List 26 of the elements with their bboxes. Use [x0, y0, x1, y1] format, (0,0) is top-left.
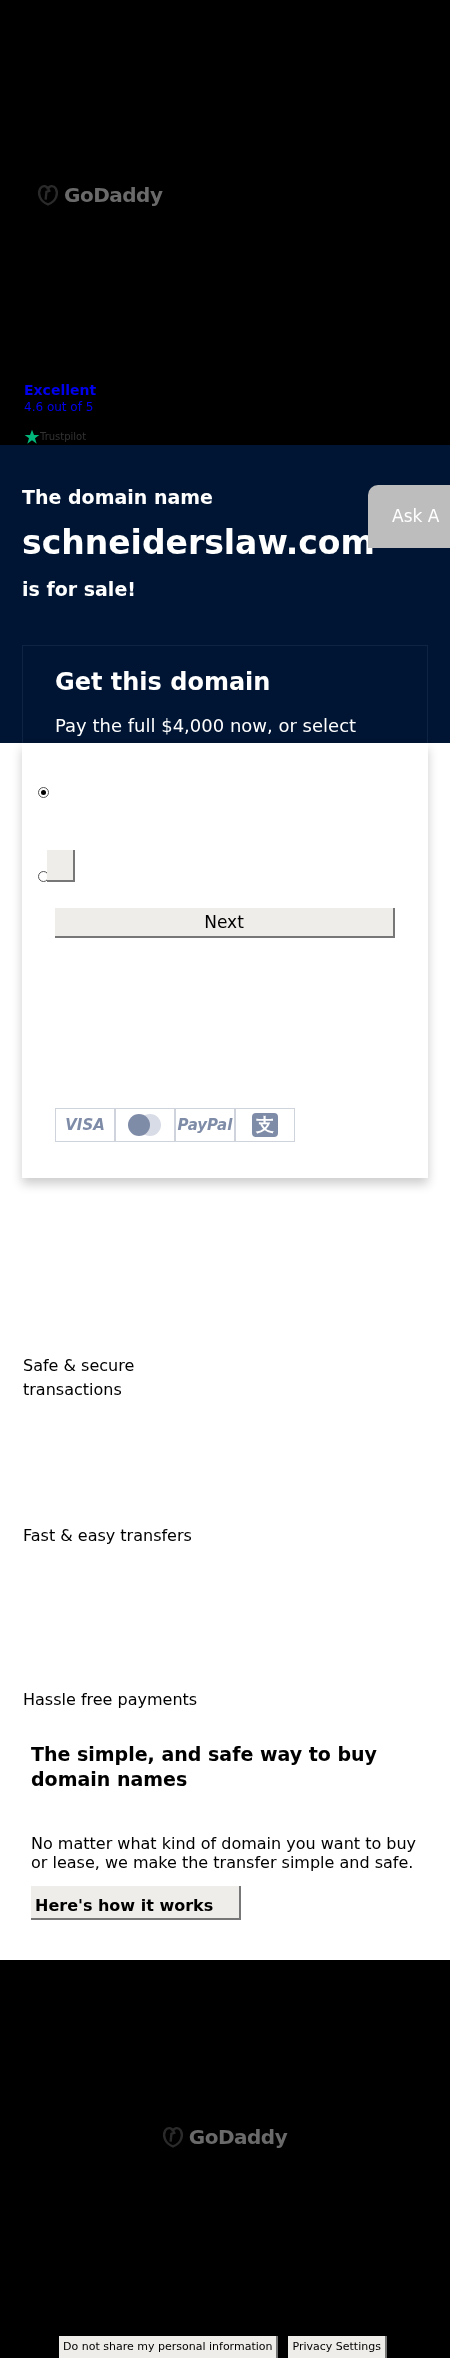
- star-icon: [24, 428, 40, 445]
- option-button[interactable]: [47, 850, 75, 883]
- payment-logo: VISA: [65, 1115, 105, 1136]
- hero-outro: is for sale!: [22, 576, 137, 602]
- logo-icon: [36, 184, 60, 206]
- logo-icon: [160, 2126, 185, 2149]
- info-body: No matter what kind of domain you want to buy or lease, we make the transfer simple and safe.: [31, 1834, 418, 1873]
- rating-label: Excellent: [24, 382, 98, 400]
- radio-button[interactable]: [38, 787, 49, 799]
- feature-label: Hassle free payments: [23, 1689, 199, 1712]
- card-brand-icon: [126, 1114, 164, 1137]
- card-title: Get this domain: [55, 667, 272, 699]
- next-button[interactable]: Next: [55, 908, 395, 939]
- logo-text: GoDaddy: [188, 2124, 288, 2152]
- feature-label: Fast & easy transfers: [23, 1525, 193, 1548]
- privacy-button[interactable]: Do not share my personal information: [59, 2336, 279, 2358]
- card-description: Pay the full $4,000 now, or select: [55, 714, 358, 739]
- info-title: The simple, and safe way to buy domain names: [31, 1742, 378, 1793]
- logo-text: GoDaddy: [64, 182, 163, 209]
- payment-logo: 支: [252, 1113, 278, 1138]
- how-it-works-button[interactable]: Here's how it works: [31, 1886, 241, 1921]
- rating-score: 4.6 out of 5: [24, 399, 95, 415]
- feature-label: Safe & secure transactions: [23, 1355, 136, 1402]
- privacy-button[interactable]: Privacy Settings: [288, 2336, 387, 2358]
- hero-intro: The domain name: [22, 485, 214, 510]
- payment-logo: PayPal: [177, 1115, 233, 1136]
